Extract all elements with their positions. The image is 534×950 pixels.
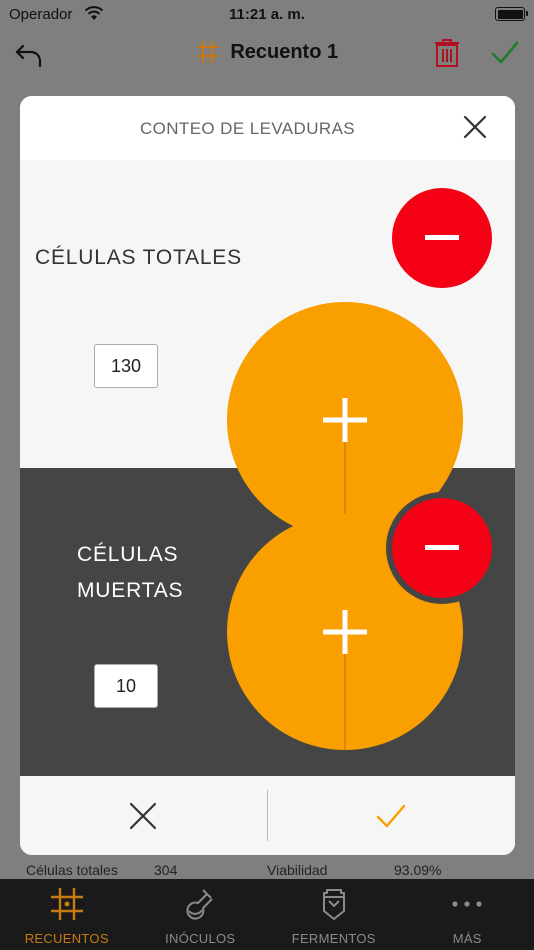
trash-icon[interactable] xyxy=(433,38,461,68)
page-title: Recuento 1 xyxy=(230,40,339,63)
confirm-check-icon[interactable] xyxy=(490,40,520,66)
tab-recuentos[interactable]: RECUENTOS xyxy=(0,879,134,950)
fermenter-icon xyxy=(322,889,345,920)
minus-icon xyxy=(425,235,459,240)
minus-icon xyxy=(425,545,459,550)
footer-divider xyxy=(267,790,268,841)
clock: 11:21 a. m. xyxy=(229,6,305,23)
tab-label: RECUENTOS xyxy=(24,931,109,946)
modal-header: CONTEO DE LEVADURAS xyxy=(20,96,515,160)
dead-cells-label-line2: MUERTAS xyxy=(77,579,184,602)
tab-fermentos[interactable]: FERMENTOS xyxy=(267,879,401,950)
modal-footer xyxy=(20,776,515,855)
tab-inoculos[interactable]: INÓCULOS xyxy=(134,879,268,950)
tab-mas[interactable]: MÁS xyxy=(401,879,534,950)
total-cells-count[interactable]: 130 xyxy=(94,344,158,388)
dead-decrement-button[interactable] xyxy=(386,492,498,604)
modal-title: CONTEO DE LEVADURAS xyxy=(139,119,356,138)
summary-total-label: Células totales xyxy=(26,862,118,878)
summary-viability-label: Viabilidad xyxy=(267,862,328,878)
total-cells-label: CÉLULAS TOTALES xyxy=(35,246,242,269)
summary-viability-value: 93.09% xyxy=(394,862,442,878)
close-icon[interactable] xyxy=(462,114,488,140)
grid-icon xyxy=(50,888,83,920)
dead-cells-label-line1: CÉLULAS xyxy=(77,543,179,566)
more-icon xyxy=(452,901,482,907)
grid-icon xyxy=(196,41,219,63)
flask-icon xyxy=(186,889,213,920)
dead-cells-label: CÉLULAS MUERTAS xyxy=(77,537,183,609)
tab-label: INÓCULOS xyxy=(165,931,236,946)
background-summary: Células totales 304 Viabilidad 93.09% xyxy=(0,858,534,880)
dead-cells-count[interactable]: 10 xyxy=(94,664,158,708)
summary-total-value: 304 xyxy=(154,862,178,878)
nav-bar: Recuento 1 xyxy=(0,30,534,82)
tab-label: MÁS xyxy=(452,931,482,946)
total-decrement-button[interactable] xyxy=(386,182,498,294)
plus-icon xyxy=(323,398,367,442)
accept-check-icon[interactable] xyxy=(375,801,407,831)
tab-bar: RECUENTOS INÓCULOS FERMENTOS MÁS xyxy=(0,879,534,950)
yeast-count-modal: CONTEO DE LEVADURAS CÉLULAS TOTALES 130 … xyxy=(20,96,515,855)
cancel-x-icon[interactable] xyxy=(128,801,158,831)
plus-icon xyxy=(323,610,367,654)
battery-icon xyxy=(495,7,528,21)
status-bar: Operador 11:21 a. m. xyxy=(0,0,534,30)
tab-label: FERMENTOS xyxy=(291,931,376,946)
